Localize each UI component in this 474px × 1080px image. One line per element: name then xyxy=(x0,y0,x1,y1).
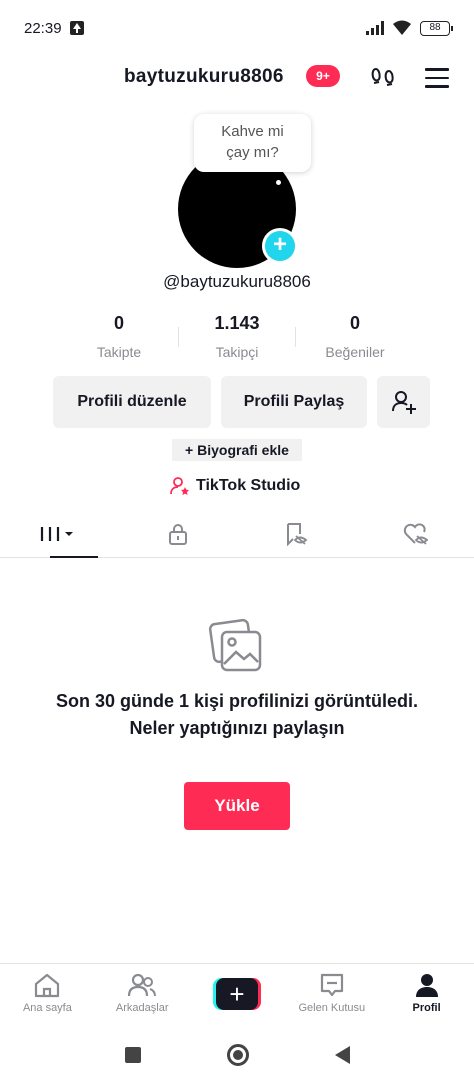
share-profile-button[interactable]: Profili Paylaş xyxy=(221,376,367,428)
profile-header: baytuzukuru8806 9+ xyxy=(0,56,474,100)
inbox-icon xyxy=(320,973,343,997)
status-time: 22:39 xyxy=(24,19,62,37)
status-bar: 22:39 88 xyxy=(0,0,474,56)
nav-inbox[interactable]: Gelen Kutusu xyxy=(284,964,379,1023)
recents-icon[interactable] xyxy=(124,1047,141,1063)
nav-create[interactable]: + xyxy=(190,964,285,1023)
nav-label: Profil xyxy=(412,1002,441,1014)
image-icon xyxy=(208,618,262,672)
nav-home[interactable]: Ana sayfa xyxy=(0,964,95,1023)
nav-label: Arkadaşlar xyxy=(115,1002,169,1014)
battery-icon: 88 xyxy=(420,20,453,36)
add-user-icon xyxy=(391,391,416,414)
home-icon xyxy=(35,973,60,998)
home-button-icon[interactable] xyxy=(226,1044,249,1066)
tab-videos[interactable] xyxy=(0,510,119,558)
note-bubble-text: Kahve mi çay mı? xyxy=(221,123,284,161)
nav-label: Ana sayfa xyxy=(22,1002,72,1014)
back-icon[interactable] xyxy=(334,1046,350,1064)
tiktok-studio-link[interactable]: TikTok Studio xyxy=(170,476,300,496)
tab-private[interactable] xyxy=(119,510,238,557)
nav-profile[interactable]: Profil xyxy=(379,964,474,1023)
friends-icon xyxy=(128,973,157,997)
stat-followers[interactable]: 1.143 Takipçi xyxy=(178,313,296,360)
bottom-nav: Ana sayfa Arkadaşlar + Gelen Kutusu Prof… xyxy=(0,963,474,1023)
bubble-tail xyxy=(276,180,281,185)
stat-divider xyxy=(178,327,179,347)
wifi-icon xyxy=(393,20,411,35)
profile-handle: @baytuzukuru8806 xyxy=(163,272,311,291)
notification-badge[interactable]: 9+ xyxy=(306,65,340,87)
tab-saved[interactable] xyxy=(237,510,356,557)
nav-friends[interactable]: Arkadaşlar xyxy=(95,964,190,1023)
upload-button[interactable]: Yükle xyxy=(184,782,290,830)
stat-label: Takipçi xyxy=(215,344,259,360)
active-tab-indicator xyxy=(50,556,98,558)
battery-level: 88 xyxy=(429,21,441,33)
empty-state-message: Son 30 günde 1 kişi profilinizi görüntül… xyxy=(55,691,419,738)
stat-likes[interactable]: 0 Beğeniler xyxy=(296,313,414,360)
profile-actions: Profili düzenle Profili Paylaş xyxy=(53,376,430,428)
stat-following[interactable]: 0 Takipte xyxy=(60,313,178,360)
studio-user-star-icon xyxy=(170,477,189,495)
edit-profile-button[interactable]: Profili düzenle xyxy=(53,376,211,428)
footprints-icon[interactable] xyxy=(370,66,396,92)
add-avatar-button[interactable]: + xyxy=(262,228,298,264)
add-friend-button[interactable] xyxy=(377,376,430,428)
eye-off-icon xyxy=(287,522,308,546)
system-nav-bar xyxy=(0,1030,474,1080)
upload-notification-icon xyxy=(69,21,84,35)
create-icon: + xyxy=(212,978,261,1010)
studio-label: TikTok Studio xyxy=(196,477,301,494)
menu-icon[interactable] xyxy=(425,68,449,88)
grid-icon xyxy=(41,526,74,541)
stat-value: 0 xyxy=(349,313,360,333)
stat-value: 0 xyxy=(113,313,124,333)
nav-label: Gelen Kutusu xyxy=(298,1002,366,1014)
stat-label: Takipte xyxy=(96,344,142,360)
profile-stats: 0 Takipte 1.143 Takipçi 0 Beğeniler xyxy=(60,313,414,360)
content-tabs xyxy=(0,510,474,558)
profile-icon xyxy=(415,974,438,997)
heart-off-icon xyxy=(403,522,428,545)
stat-value: 1.143 xyxy=(214,313,260,333)
signal-icon xyxy=(366,21,384,35)
stat-label: Beğeniler xyxy=(325,344,385,360)
note-bubble[interactable]: Kahve mi çay mı? xyxy=(194,114,311,172)
lock-icon xyxy=(168,523,187,545)
username-title[interactable]: baytuzukuru8806 xyxy=(124,66,284,88)
add-bio-button[interactable]: + Biyografi ekle xyxy=(172,439,302,461)
tab-liked[interactable] xyxy=(356,510,474,557)
